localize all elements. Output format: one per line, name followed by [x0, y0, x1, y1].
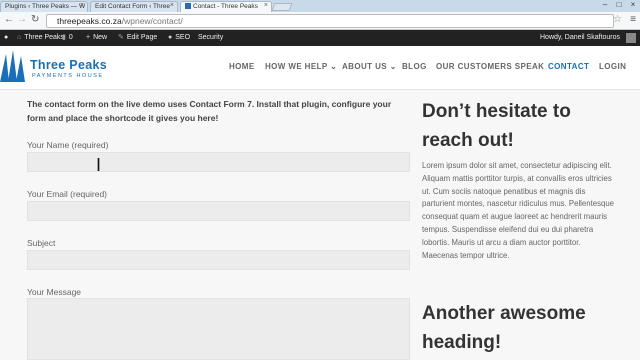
email-input[interactable]	[27, 201, 410, 221]
name-field-label: Your Name (required)	[27, 140, 109, 150]
wp-admin-bar: ● ⌂ Three Peaks ▮ 0 + New ✎ Edit Page ● SEO S…	[0, 30, 640, 46]
maximize-icon[interactable]: □	[612, 0, 626, 9]
browser-toolbar: ← → ↻ threepeaks.co.za/wpnew/contact/	[0, 12, 640, 30]
nav-contact[interactable]: CONTACT	[548, 62, 589, 71]
sidebar-heading-2: Another awesome heading!	[422, 303, 586, 353]
browser-tab-strip: Plugins ‹ Three Peaks — W × Edit Contact…	[0, 0, 640, 12]
edit-page-label: Edit Page	[126, 34, 158, 41]
seo-menu[interactable]: ● SEO	[168, 30, 190, 46]
browser-tab-edit-contact-form[interactable]: Edit Contact Form ‹ Three ×	[90, 1, 178, 12]
browser-tab-contact[interactable]: Contact - Three Peaks ×	[180, 1, 272, 12]
close-tab-icon[interactable]: ×	[264, 2, 268, 9]
logo-subtitle: PAYMENTS HOUSE	[32, 73, 104, 79]
name-input[interactable]	[27, 152, 410, 172]
security-label: Security	[198, 34, 224, 41]
edit-page-link[interactable]: ✎ Edit Page	[118, 30, 157, 46]
new-content-link[interactable]: + New	[86, 30, 107, 46]
browser-menu-icon[interactable]: ≡	[630, 14, 636, 25]
user-greeting: Howdy, Daneil Skaftouros	[540, 34, 621, 41]
three-peaks-logo-icon[interactable]	[0, 50, 26, 84]
new-label: New	[93, 34, 108, 41]
sidebar-body-text: Lorem ipsum dolor sit amet, consectetur …	[422, 161, 614, 260]
home-icon: ⌂	[17, 34, 22, 41]
plus-icon: +	[86, 34, 91, 41]
nav-home[interactable]: HOME	[229, 62, 255, 71]
reload-icon[interactable]: ↻	[31, 14, 39, 25]
browser-tab-plugins[interactable]: Plugins ‹ Three Peaks — W ×	[0, 1, 88, 12]
comments-link[interactable]: ▮ 0	[62, 30, 73, 46]
site-header: Three Peaks PAYMENTS HOUSE HOME HOW WE H…	[0, 46, 640, 90]
close-tab-icon[interactable]: ×	[170, 2, 174, 9]
security-menu[interactable]: Security	[198, 30, 223, 46]
close-tab-icon[interactable]: ×	[80, 2, 84, 9]
favicon-icon	[185, 3, 191, 9]
nav-our-customers-speak[interactable]: OUR CUSTOMERS SPEAK	[436, 62, 544, 71]
pencil-icon: ✎	[118, 34, 124, 41]
comment-icon: ▮	[62, 34, 66, 41]
user-menu[interactable]: Howdy, Daneil Skaftouros	[540, 30, 620, 46]
nav-how-we-help[interactable]: HOW WE HELP ⌄	[265, 62, 337, 71]
tab-title: Plugins ‹ Three Peaks — W	[5, 3, 86, 10]
site-name-label: Three Peaks	[24, 34, 64, 41]
nav-login[interactable]: LOGIN	[599, 62, 626, 71]
wp-logo-icon[interactable]: ●	[4, 30, 8, 46]
forward-arrow-icon[interactable]: →	[17, 14, 27, 25]
sidebar-heading: Don’t hesitate to reach out!	[422, 101, 571, 151]
logo-title[interactable]: Three Peaks	[30, 58, 107, 72]
url-path: /wpnew/contact/	[121, 16, 183, 26]
seo-label: SEO	[175, 34, 191, 41]
nav-about-us[interactable]: ABOUT US ⌄	[342, 62, 397, 71]
bookmark-star-icon[interactable]: ☆	[613, 14, 622, 25]
nav-blog[interactable]: BLOG	[402, 62, 427, 71]
subject-input[interactable]	[27, 250, 410, 270]
email-field-label: Your Email (required)	[27, 189, 107, 199]
subject-field-label: Subject	[27, 238, 56, 248]
message-field-label: Your Message	[27, 287, 82, 297]
seo-status-icon: ●	[168, 34, 173, 41]
tab-title: Contact - Three Peaks	[193, 3, 258, 10]
form-intro-text: The contact form on the live demo uses C…	[27, 99, 392, 123]
window-close-icon[interactable]: ×	[626, 0, 640, 9]
address-bar[interactable]: threepeaks.co.za/wpnew/contact/	[46, 14, 614, 28]
tab-title: Edit Contact Form ‹ Three	[95, 3, 171, 10]
message-textarea[interactable]	[27, 298, 410, 360]
avatar[interactable]	[626, 33, 636, 43]
comments-count: 0	[68, 34, 73, 41]
back-arrow-icon[interactable]: ←	[4, 14, 14, 25]
minimize-icon[interactable]: –	[598, 0, 612, 9]
new-tab-button[interactable]	[271, 3, 293, 11]
text-cursor-icon: I	[96, 155, 102, 175]
site-name-link[interactable]: ⌂ Three Peaks	[17, 30, 64, 46]
url-host: threepeaks.co.za	[57, 16, 122, 26]
